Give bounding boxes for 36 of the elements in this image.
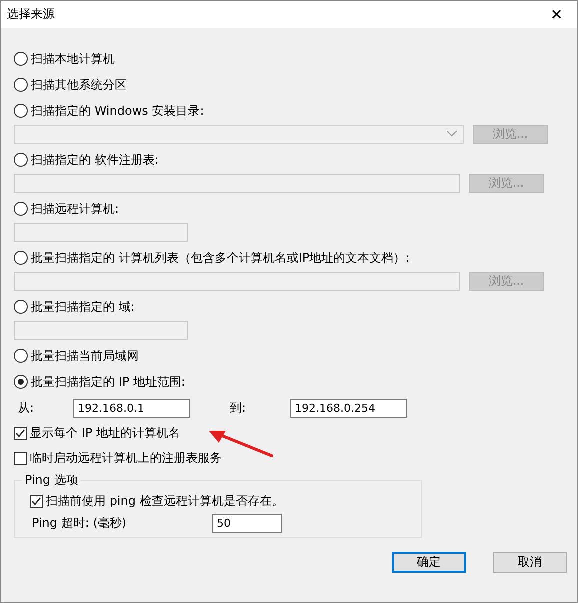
- radio-button[interactable]: [14, 300, 28, 314]
- checkbox-label: 显示每个 IP 地址的计算机名: [30, 424, 180, 442]
- radio-button[interactable]: [14, 52, 28, 66]
- radio-button[interactable]: [14, 78, 28, 92]
- option-label: 批量扫描指定的 域:: [31, 298, 135, 316]
- checkbox-label: 扫描前使用 ping 检查远程计算机是否存在。: [46, 492, 284, 510]
- option-label: 扫描本地计算机: [31, 50, 115, 68]
- timeout-label: Ping 超时: (毫秒): [31, 515, 128, 532]
- window-title: 选择来源: [7, 6, 55, 23]
- option-label: 批量扫描当前局域网: [31, 348, 139, 364]
- radio-button[interactable]: [14, 349, 28, 363]
- option-label: 批量扫描指定的 计算机列表（包含多个计算机名或IP地址的文本文档）:: [31, 250, 410, 266]
- from-ip-field[interactable]: 192.168.0.1: [73, 398, 190, 418]
- radio-button[interactable]: [14, 375, 28, 389]
- option-label: 扫描远程计算机:: [31, 200, 120, 218]
- ok-button[interactable]: 确定: [392, 552, 466, 573]
- option-label: 扫描其他系统分区: [31, 76, 127, 94]
- checkbox[interactable]: [30, 494, 43, 508]
- radio-button[interactable]: [14, 104, 28, 118]
- timeout-field[interactable]: 50: [212, 514, 282, 533]
- checkbox[interactable]: [14, 452, 27, 464]
- from-label: 从:: [17, 400, 36, 416]
- option-label: 扫描指定的 软件注册表:: [31, 152, 159, 168]
- caret-icon: [447, 131, 457, 137]
- radio-button[interactable]: [14, 153, 28, 167]
- option-label: 批量扫描指定的 IP 地址范围:: [31, 374, 186, 390]
- to-ip-field[interactable]: 192.168.0.254: [290, 398, 407, 418]
- checkbox-label: 临时启动远程计算机上的注册表服务: [30, 450, 222, 466]
- close-button[interactable]: ✕: [537, 1, 577, 28]
- option-label: 扫描指定的 Windows 安装目录:: [31, 102, 204, 120]
- cancel-button[interactable]: 取消: [493, 552, 567, 573]
- checkbox[interactable]: [14, 426, 27, 440]
- to-label: 到:: [229, 400, 248, 416]
- radio-button[interactable]: [14, 202, 28, 216]
- group-title: Ping 选项: [24, 472, 80, 489]
- radio-button[interactable]: [14, 251, 28, 265]
